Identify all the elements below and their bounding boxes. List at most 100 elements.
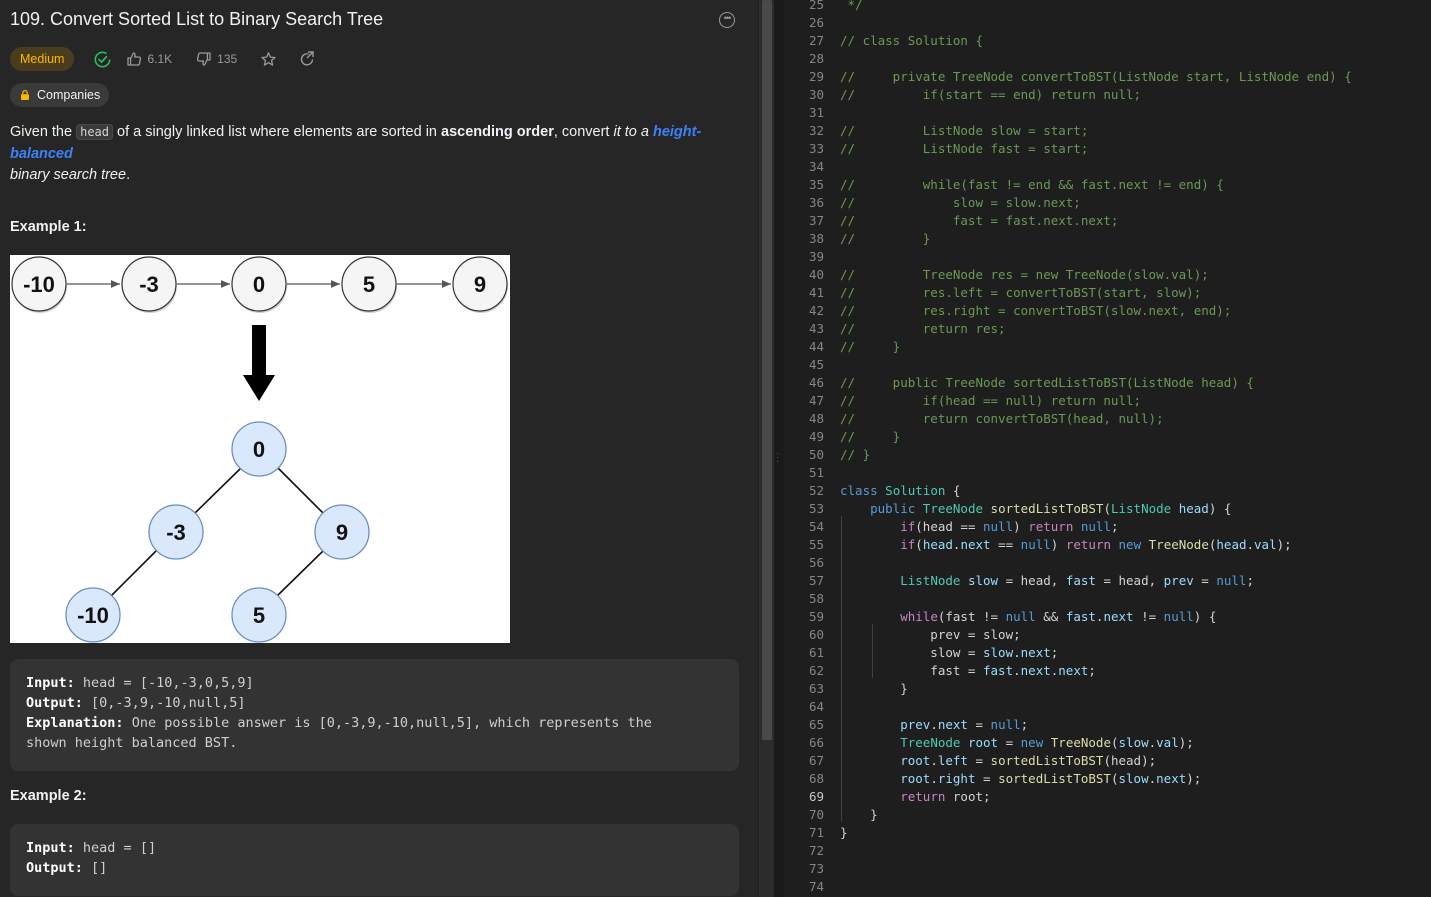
line-number: 37 xyxy=(808,213,824,228)
line-number: 54 xyxy=(808,519,824,534)
svg-text:0: 0 xyxy=(253,437,265,462)
code-line[interactable]: // } xyxy=(840,429,900,444)
thumbs-down-icon xyxy=(197,52,211,66)
code-line[interactable]: return root; xyxy=(840,789,990,804)
line-number: 67 xyxy=(808,753,824,768)
code-line[interactable]: // ListNode fast = start; xyxy=(840,141,1088,156)
list-node: -10 xyxy=(11,256,67,313)
code-line[interactable]: // public TreeNode sortedListToBST(ListN… xyxy=(840,375,1254,390)
code-line[interactable]: // ListNode slow = start; xyxy=(840,123,1088,138)
line-number: 47 xyxy=(808,393,824,408)
lock-icon xyxy=(21,89,29,100)
line-number: 34 xyxy=(808,159,824,174)
code-line[interactable]: // while(fast != end && fast.next != end… xyxy=(840,177,1224,192)
line-number: 63 xyxy=(808,681,824,696)
code-line[interactable]: */ xyxy=(840,0,863,12)
list-node: -3 xyxy=(121,256,177,313)
line-number: 32 xyxy=(808,123,824,138)
code-line[interactable]: // TreeNode res = new TreeNode(slow.val)… xyxy=(840,267,1209,282)
line-number: 30 xyxy=(808,87,824,102)
scrollbar-thumb[interactable] xyxy=(762,0,772,740)
example-1-heading: Example 1: xyxy=(10,219,87,235)
line-number: 26 xyxy=(808,15,824,30)
code-line[interactable]: class Solution { xyxy=(840,483,960,498)
code-line[interactable]: ListNode slow = head, fast = head, prev … xyxy=(840,573,1254,588)
example-2-block: Input: head = [] Output: [] xyxy=(10,824,739,896)
line-number: 41 xyxy=(808,285,824,300)
svg-text:9: 9 xyxy=(474,272,486,297)
line-number: 46 xyxy=(808,375,824,390)
drag-handle-icon[interactable]: · · · xyxy=(776,449,780,467)
line-number: 29 xyxy=(808,69,824,84)
problem-title: 109. Convert Sorted List to Binary Searc… xyxy=(10,9,384,29)
line-number: 69 xyxy=(808,789,824,804)
code-editor[interactable]: 25 */ 26 27 // class Solution {28 29 // priva… xyxy=(784,0,1431,897)
code-line[interactable]: while(fast != null && fast.next != null)… xyxy=(840,609,1216,624)
code-line[interactable]: // res.left = convertToBST(start, slow); xyxy=(840,285,1201,300)
dislike-button[interactable]: 135 xyxy=(196,51,237,67)
example-figure: -10 -3 0 5 9 0 -3 9 -10 5 xyxy=(10,255,510,643)
problem-panel: 109. Convert Sorted List to Binary Searc… xyxy=(0,0,758,897)
line-number: 27 xyxy=(808,33,824,48)
code-line[interactable]: // res.right = convertToBST(slow.next, e… xyxy=(840,303,1231,318)
svg-text:-3: -3 xyxy=(166,520,186,545)
like-button[interactable]: 6.1K xyxy=(126,51,172,67)
code-line[interactable]: // class Solution { xyxy=(840,33,983,48)
problem-scrollbar[interactable] xyxy=(758,0,775,897)
code-line[interactable]: public TreeNode sortedListToBST(ListNode… xyxy=(840,501,1231,516)
code-line[interactable]: slow = slow.next; xyxy=(840,645,1058,660)
code-line[interactable]: if(head.next == null) return new TreeNod… xyxy=(840,537,1291,552)
line-number: 56 xyxy=(808,555,824,570)
line-number: 66 xyxy=(808,735,824,750)
more-options-icon[interactable]: ••• xyxy=(719,12,735,28)
like-count: 6.1K xyxy=(147,52,173,66)
line-number: 25 xyxy=(808,0,824,12)
line-number: 49 xyxy=(808,429,824,444)
code-line[interactable]: // fast = fast.next.next; xyxy=(840,213,1118,228)
favorite-star-icon[interactable] xyxy=(260,51,277,68)
line-number: 50 xyxy=(808,447,824,462)
code-line[interactable]: prev.next = null; xyxy=(840,717,1028,732)
code-line[interactable]: // private TreeNode convertToBST(ListNod… xyxy=(840,69,1352,84)
share-icon[interactable] xyxy=(299,51,315,67)
tree-node: 5 xyxy=(231,587,287,643)
thumbs-up-icon xyxy=(127,52,142,66)
list-node: 5 xyxy=(341,256,397,313)
code-line[interactable]: root.left = sortedListToBST(head); xyxy=(840,753,1156,768)
code-line[interactable]: // } xyxy=(840,231,930,246)
line-number: 65 xyxy=(808,717,824,732)
line-number: 71 xyxy=(808,825,824,840)
line-number: 39 xyxy=(808,249,824,264)
code-line[interactable]: // } xyxy=(840,447,870,462)
code-line[interactable]: root.right = sortedListToBST(slow.next); xyxy=(840,771,1201,786)
code-line[interactable]: fast = fast.next.next; xyxy=(840,663,1096,678)
code-line[interactable]: prev = slow; xyxy=(840,627,1020,642)
code-line[interactable]: } xyxy=(840,825,848,840)
code-line[interactable]: // if(start == end) return null; xyxy=(840,87,1141,102)
code-line[interactable]: // } xyxy=(840,339,900,354)
problem-meta-row: Medium 6.1K 135 xyxy=(10,46,315,72)
companies-tag[interactable]: Companies xyxy=(10,83,110,107)
tree-node: 0 xyxy=(231,421,287,477)
line-number: 61 xyxy=(808,645,824,660)
svg-text:5: 5 xyxy=(253,603,265,628)
code-line[interactable]: } xyxy=(840,681,908,696)
line-number: 38 xyxy=(808,231,824,246)
code-line[interactable]: // return res; xyxy=(840,321,1006,336)
line-number: 33 xyxy=(808,141,824,156)
code-line[interactable]: } xyxy=(840,807,878,822)
svg-text:-3: -3 xyxy=(139,272,159,297)
solved-check-icon xyxy=(94,51,111,68)
line-number: 62 xyxy=(808,663,824,678)
line-number: 53 xyxy=(808,501,824,516)
code-line[interactable]: // slow = slow.next; xyxy=(840,195,1081,210)
inline-code-head: head xyxy=(76,124,113,140)
code-line[interactable]: TreeNode root = new TreeNode(slow.val); xyxy=(840,735,1194,750)
tree-node: 9 xyxy=(314,504,370,560)
line-number: 73 xyxy=(808,861,824,876)
code-line[interactable]: // if(head == null) return null; xyxy=(840,393,1141,408)
svg-text:9: 9 xyxy=(336,520,348,545)
code-line[interactable]: if(head == null) return null; xyxy=(840,519,1118,534)
code-line[interactable]: // return convertToBST(head, null); xyxy=(840,411,1164,426)
problem-description: Given the head of a singly linked list w… xyxy=(10,124,702,183)
